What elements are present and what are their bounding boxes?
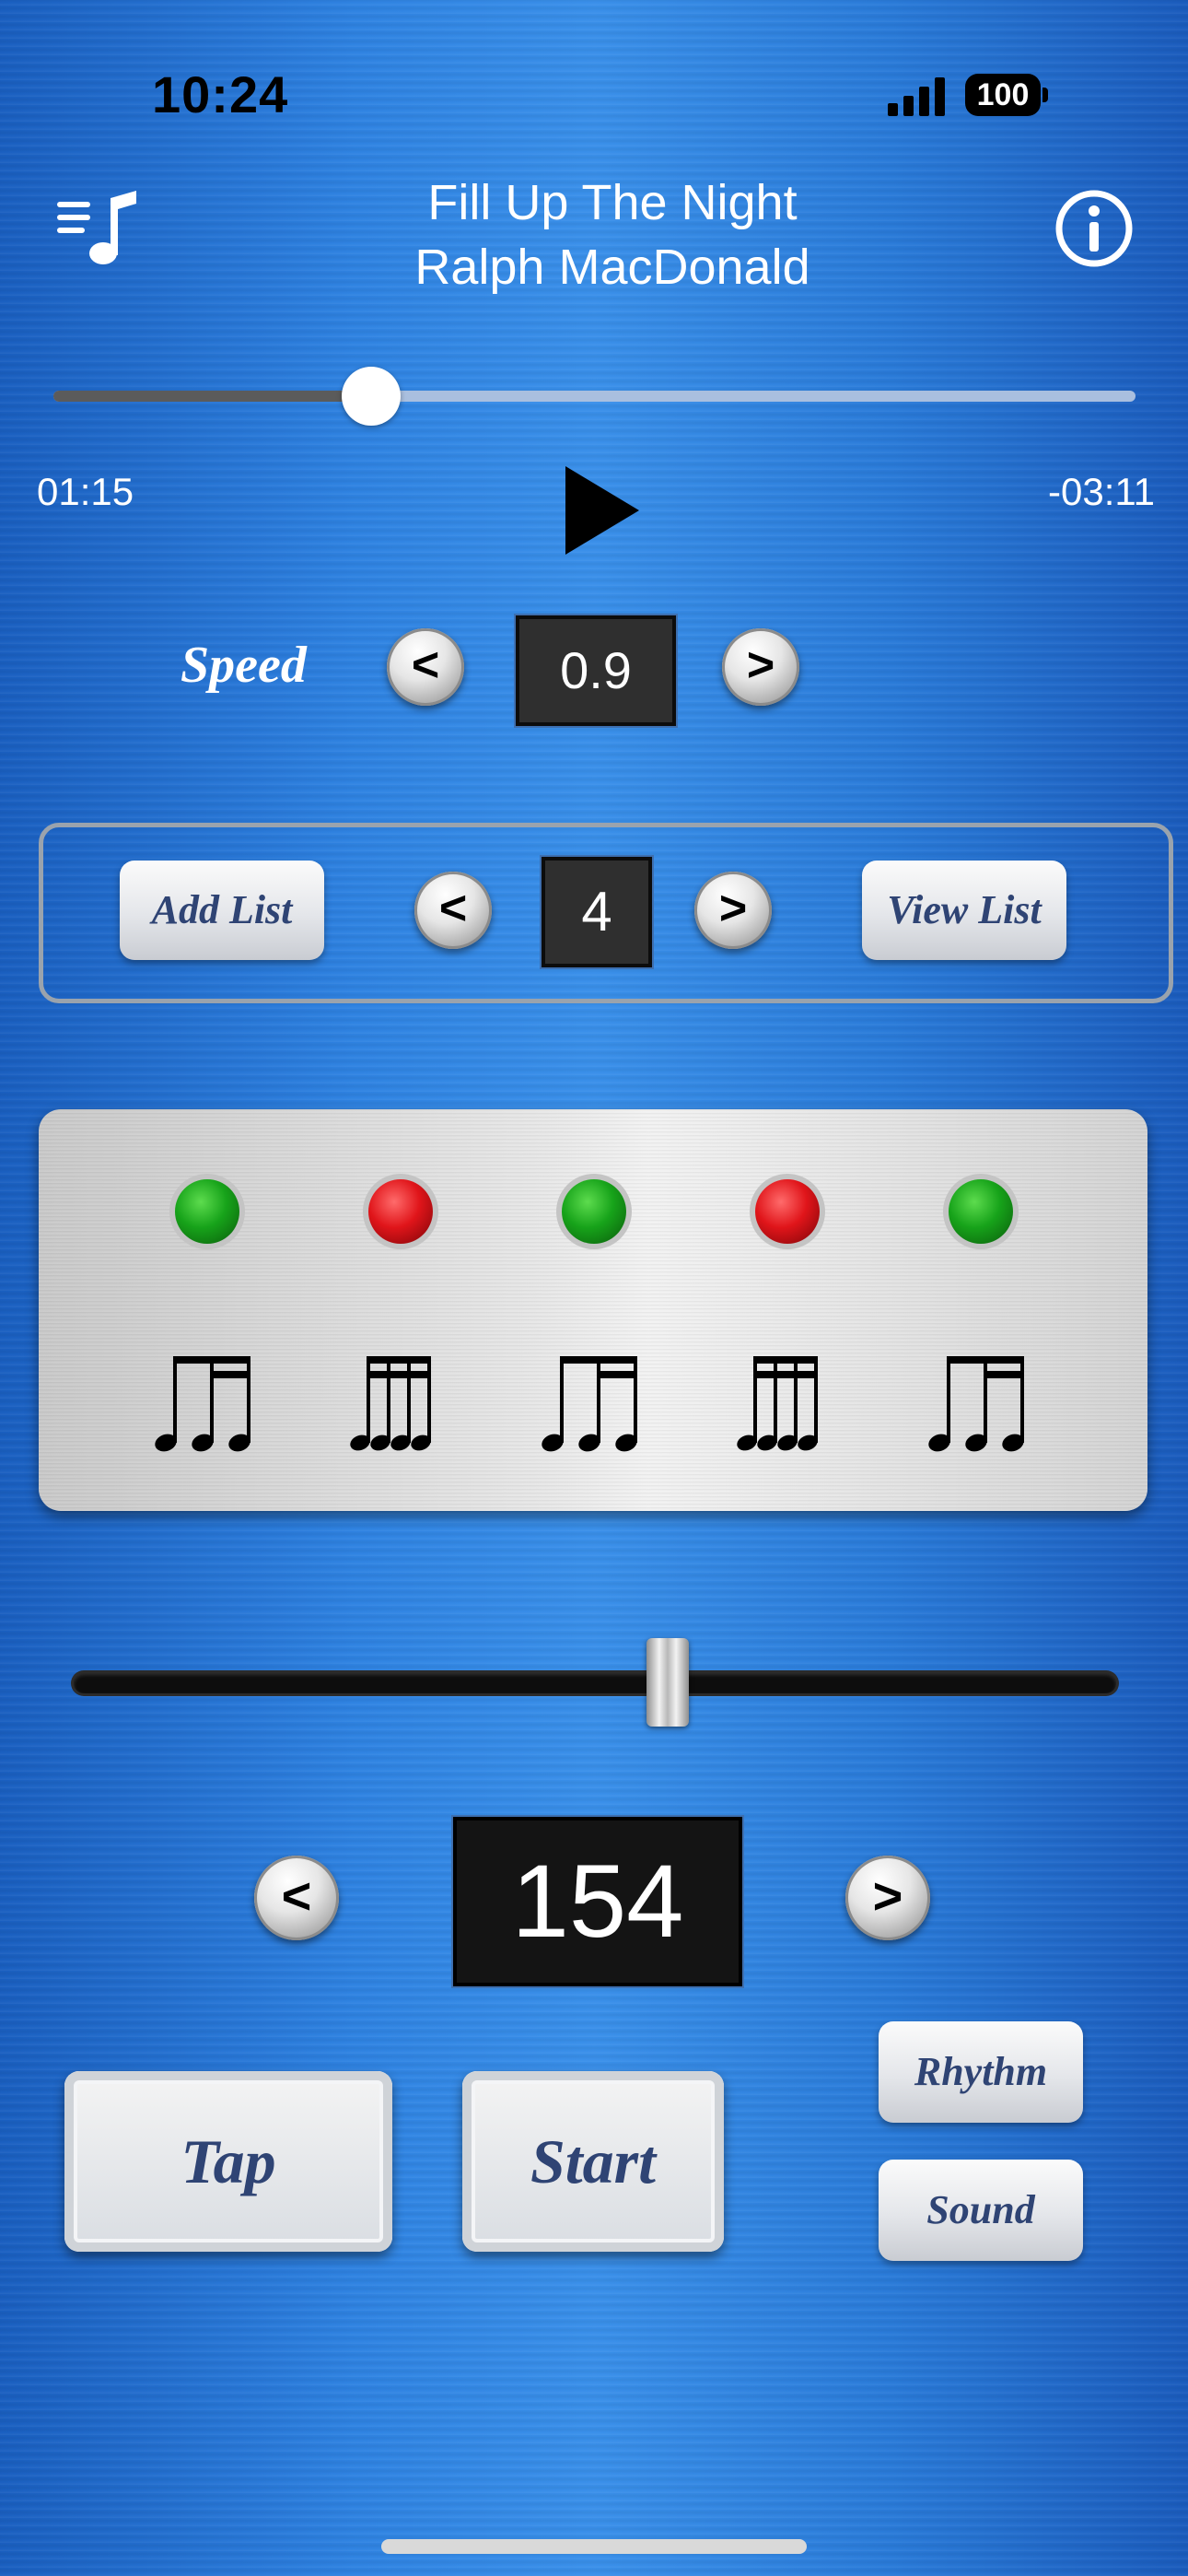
- play-icon[interactable]: [560, 461, 643, 560]
- rhythm-button[interactable]: Rhythm: [879, 2021, 1083, 2123]
- tap-button[interactable]: Tap: [64, 2071, 392, 2252]
- battery-level: 100: [976, 77, 1030, 112]
- track-title: Fill Up The Night: [427, 175, 798, 230]
- remaining-time: -03:11: [1048, 470, 1155, 513]
- bpm-increase-button[interactable]: >: [845, 1856, 930, 1940]
- progress-thumb[interactable]: [342, 367, 402, 426]
- rhythm-note-icon-4: [737, 1356, 818, 1451]
- info-icon[interactable]: [1054, 188, 1135, 269]
- speed-value: 0.9: [516, 615, 676, 726]
- tempo-slider-thumb[interactable]: [646, 1638, 690, 1727]
- beat-led-5: [949, 1179, 1013, 1244]
- list-increase-button[interactable]: >: [694, 872, 772, 949]
- elapsed-time: 01:15: [37, 470, 134, 513]
- view-list-button[interactable]: View List: [862, 861, 1066, 960]
- track-artist: Ralph MacDonald: [414, 240, 810, 295]
- start-button[interactable]: Start: [462, 2071, 724, 2252]
- tempo-slider-track[interactable]: [74, 1673, 1116, 1693]
- signal-icon: [888, 76, 947, 116]
- home-indicator[interactable]: [381, 2539, 807, 2554]
- progress-fill: [53, 391, 372, 402]
- beat-led-4: [755, 1179, 820, 1244]
- rhythm-note-icon-3: [542, 1356, 637, 1452]
- rhythm-note-icon-5: [928, 1356, 1024, 1452]
- sound-button[interactable]: Sound: [879, 2160, 1083, 2261]
- speed-increase-button[interactable]: >: [722, 628, 799, 706]
- add-list-button[interactable]: Add List: [120, 861, 324, 960]
- rhythm-note-icon-2: [350, 1356, 431, 1451]
- beat-led-3: [562, 1179, 626, 1244]
- speed-decrease-button[interactable]: <: [387, 628, 464, 706]
- speed-label: Speed: [181, 637, 307, 694]
- playlist-icon[interactable]: [55, 189, 140, 270]
- list-decrease-button[interactable]: <: [414, 872, 492, 949]
- battery-icon: 100: [965, 74, 1041, 116]
- bpm-decrease-button[interactable]: <: [254, 1856, 339, 1940]
- status-time: 10:24: [152, 65, 289, 123]
- bpm-display: 154: [453, 1817, 742, 1986]
- battery-tip: [1042, 88, 1048, 102]
- beat-led-2: [368, 1179, 433, 1244]
- list-value: 4: [542, 857, 652, 967]
- beat-led-1: [175, 1179, 239, 1244]
- rhythm-note-icon-1: [155, 1356, 250, 1452]
